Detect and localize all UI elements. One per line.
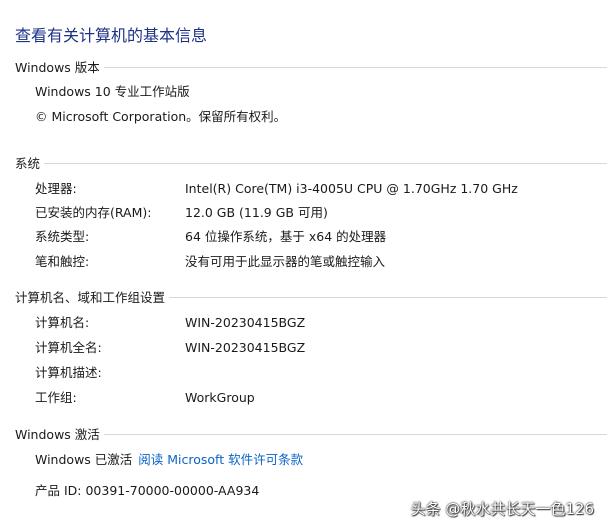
computer-section-label: 计算机名、域和工作组设置 [15, 289, 166, 305]
activation-status: Windows 已激活 [35, 452, 133, 467]
system-type-value: 64 位操作系统，基于 x64 的处理器 [185, 229, 387, 244]
edition-section-divider [103, 66, 607, 68]
system-section-label: 系统 [15, 155, 41, 171]
computer-section-header: 计算机名、域和工作组设置 [15, 288, 607, 305]
full-computer-name-label: 计算机全名: [35, 340, 102, 355]
workgroup-value: WorkGroup [185, 390, 255, 405]
pen-touch-value: 没有可用于此显示器的笔或触控输入 [185, 254, 386, 269]
full-computer-name-value: WIN-20230415BGZ [185, 340, 306, 355]
edition-section-label: Windows 版本 [15, 59, 100, 75]
pen-touch-label: 笔和触控: [35, 254, 90, 269]
computer-name-value: WIN-20230415BGZ [185, 315, 306, 330]
windows-edition: Windows 10 专业工作站版 [35, 84, 190, 99]
ram-label: 已安装的内存(RAM): [35, 205, 152, 220]
page-title: 查看有关计算机的基本信息 [15, 26, 208, 45]
processor-value: Intel(R) Core(TM) i3-4005U CPU @ 1.70GHz… [185, 181, 518, 196]
computer-description-label: 计算机描述: [35, 365, 102, 380]
edition-section-header: Windows 版本 [15, 58, 607, 75]
watermark: 头条 @秋水共长天一色126 [410, 500, 594, 518]
license-terms-link[interactable]: 阅读 Microsoft 软件许可条款 [138, 452, 303, 467]
ram-value: 12.0 GB (11.9 GB 可用) [185, 205, 328, 220]
activation-section-divider [103, 433, 607, 435]
system-type-label: 系统类型: [35, 229, 90, 244]
copyright-notice: © Microsoft Corporation。保留所有权利。 [35, 109, 287, 124]
workgroup-label: 工作组: [35, 390, 77, 405]
computer-name-label: 计算机名: [35, 315, 90, 330]
activation-section-header: Windows 激活 [15, 425, 607, 442]
activation-row: Windows 已激活 阅读 Microsoft 软件许可条款 [35, 451, 303, 469]
activation-section-label: Windows 激活 [15, 426, 100, 442]
system-section-header: 系统 [15, 154, 607, 171]
computer-section-divider [169, 296, 607, 298]
product-id: 产品 ID: 00391-70000-00000-AA934 [35, 483, 260, 498]
processor-label: 处理器: [35, 181, 77, 196]
system-section-divider [44, 162, 607, 164]
